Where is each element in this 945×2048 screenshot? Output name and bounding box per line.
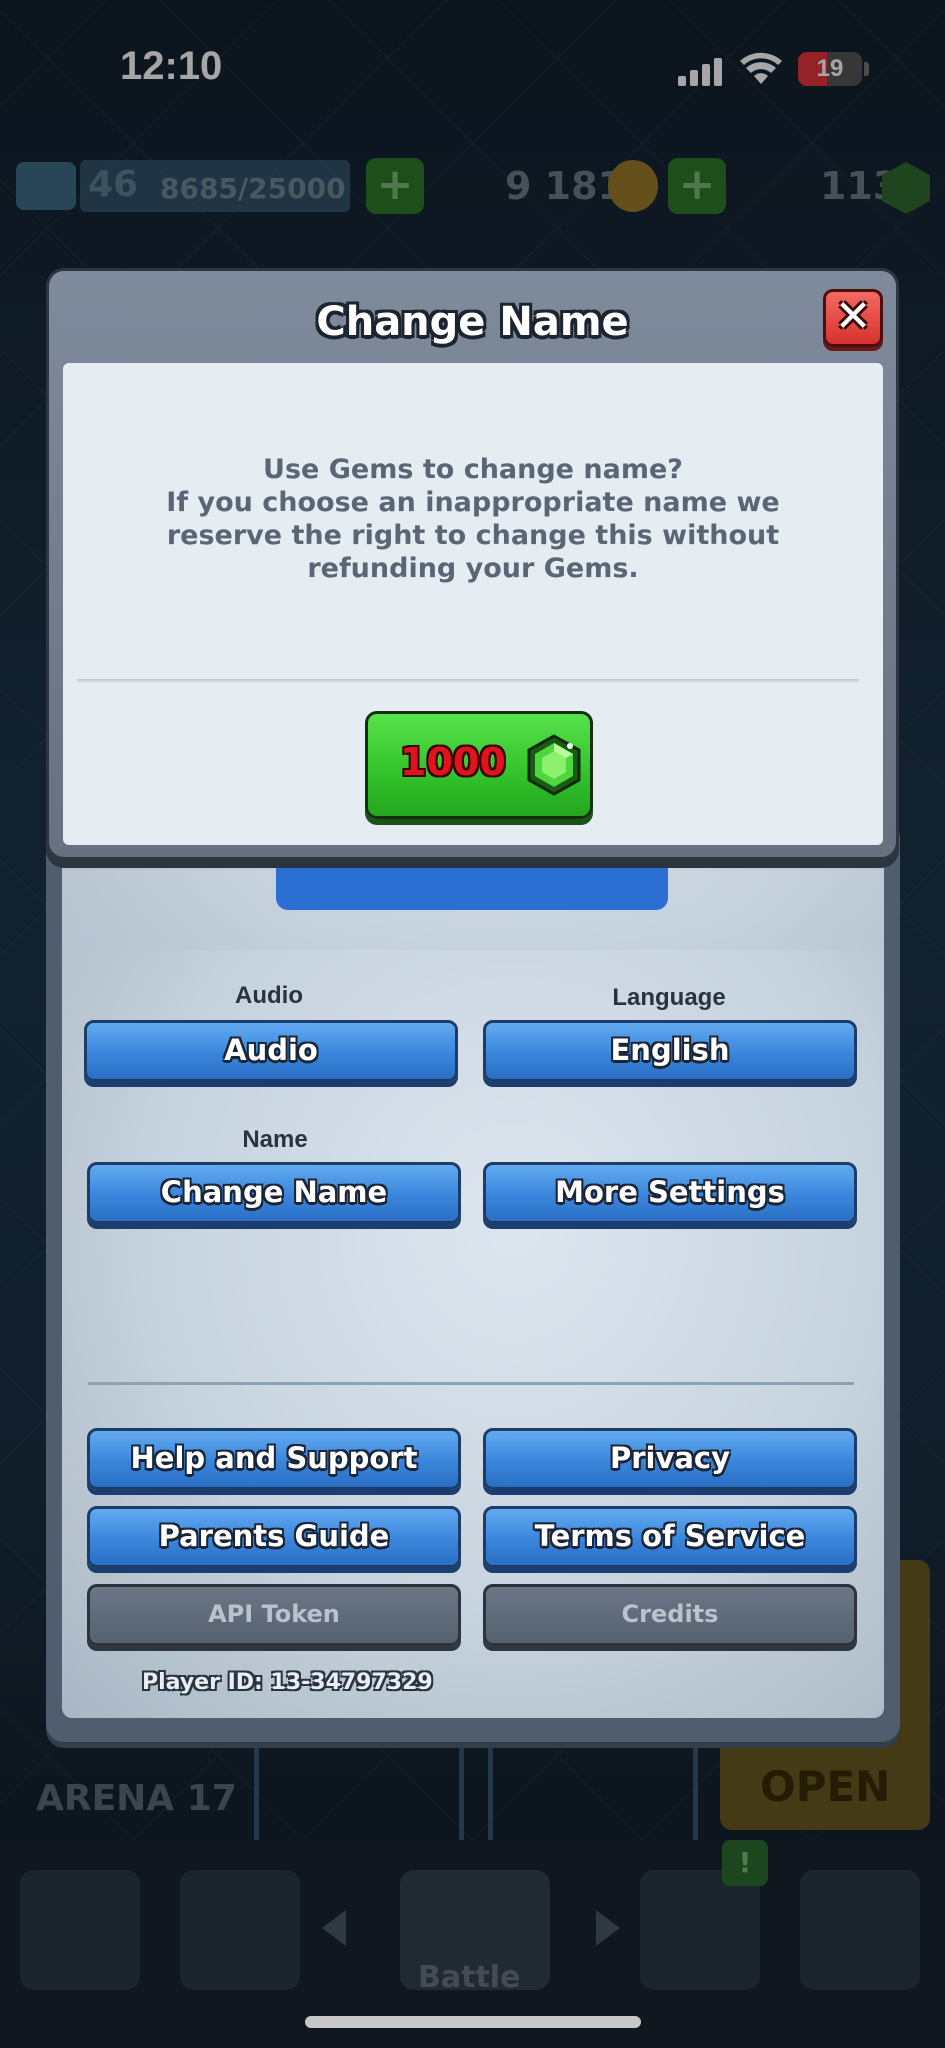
confirm-gem-purchase-button[interactable]: 1000 xyxy=(365,711,593,819)
parents-guide-button[interactable]: Parents Guide xyxy=(87,1506,461,1568)
audio-button[interactable]: Audio xyxy=(84,1020,458,1082)
help-and-support-button[interactable]: Help and Support xyxy=(87,1428,461,1490)
terms-of-service-button[interactable]: Terms of Service xyxy=(483,1506,857,1568)
dialog-divider xyxy=(77,679,859,684)
settings-divider xyxy=(88,1382,854,1385)
dialog-body: Use Gems to change name? If you choose a… xyxy=(63,363,883,845)
name-label: Name xyxy=(242,1126,308,1153)
settings-top-button[interactable] xyxy=(276,858,668,910)
language-button[interactable]: English xyxy=(483,1020,857,1082)
player-id: Player ID: 13-34797329 xyxy=(142,1670,433,1695)
home-indicator[interactable] xyxy=(305,2016,641,2028)
audio-label: Audio xyxy=(235,982,303,1009)
gem-price: 1000 xyxy=(400,740,506,784)
language-label: Language xyxy=(612,984,726,1011)
dialog-message-line: If you choose an inappropriate name we xyxy=(166,487,780,518)
gem-icon xyxy=(527,734,581,796)
privacy-button[interactable]: Privacy xyxy=(483,1428,857,1490)
change-name-button[interactable]: Change Name xyxy=(87,1162,461,1224)
dialog-message-line: refunding your Gems. xyxy=(307,553,639,584)
dialog-message-line: Use Gems to change name? xyxy=(263,454,683,485)
close-button[interactable]: ✕ xyxy=(823,289,883,347)
close-icon: ✕ xyxy=(834,291,872,342)
credits-button[interactable]: Credits xyxy=(483,1584,857,1646)
api-token-button[interactable]: API Token xyxy=(87,1584,461,1646)
dialog-message-line: reserve the right to change this without xyxy=(166,520,780,551)
more-settings-button[interactable]: More Settings xyxy=(483,1162,857,1224)
dialog-message: Use Gems to change name? If you choose a… xyxy=(83,453,863,585)
dialog-title: Change Name xyxy=(316,299,629,345)
change-name-dialog: Change Name ✕ Use Gems to change name? I… xyxy=(46,268,899,860)
